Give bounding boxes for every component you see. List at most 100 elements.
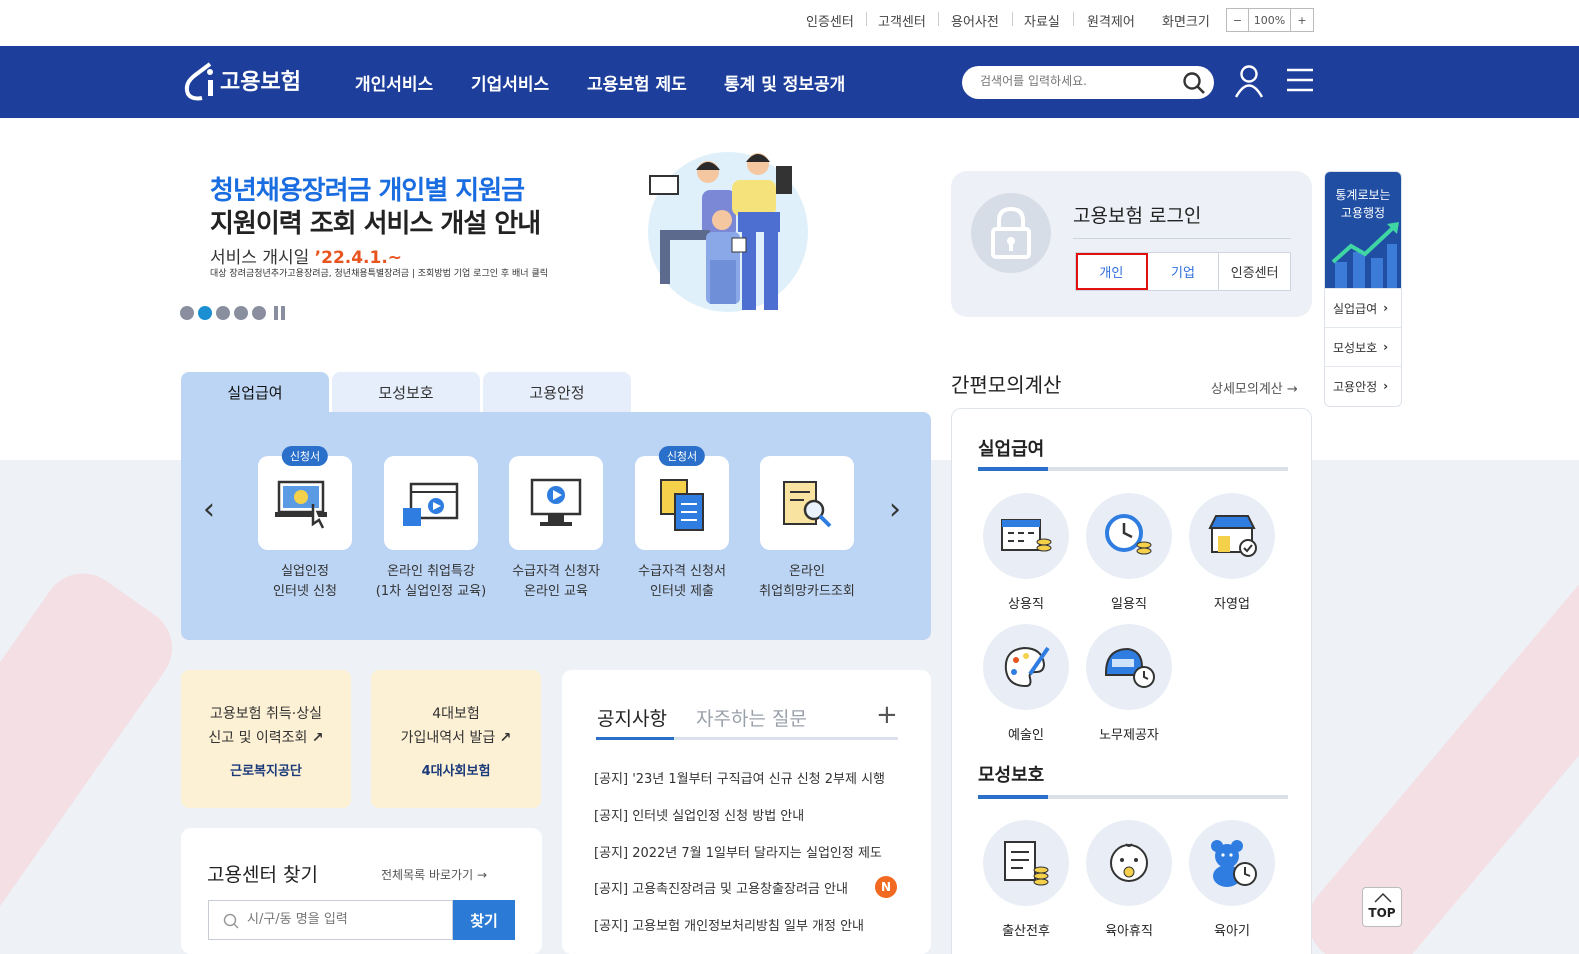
calc-section-unemployment: 실업급여 — [978, 439, 1045, 460]
calc-item-self-employed[interactable]: 자영업 — [1188, 493, 1276, 612]
service-item[interactable]: 신청서 실업인정 인터넷 신청 — [258, 446, 352, 602]
center-search-input[interactable] — [247, 912, 447, 927]
center-search-button[interactable]: 찾기 — [453, 900, 515, 940]
zoom-level: 100% — [1249, 9, 1291, 31]
banner-note: 대상 장려금청년추가고용장려금, 청년채용특별장려금 | 조회방법 기업 로그인… — [210, 269, 549, 279]
banner-date-label: 서비스 개시일 — [210, 248, 315, 268]
center-list-link-text: 전체목록 바로가기 — [381, 868, 474, 882]
document-submit-icon — [660, 479, 704, 531]
notice-item[interactable]: [공지] 2022년 7월 1일부터 달라지는 실업인정 제도 — [594, 842, 894, 861]
next-arrow-icon[interactable]: › — [889, 492, 901, 527]
banner-title-2: 지원이력 조회 서비스 개설 안내 — [210, 209, 541, 239]
center-list-link[interactable]: 전체목록 바로가기 → — [381, 866, 487, 883]
calc-title: 간편모의계산 — [951, 373, 1062, 397]
banner-title-1: 청년채용장려금 개인별 지원금 — [210, 176, 525, 206]
util-cert-center[interactable]: 인증센터 — [806, 11, 854, 30]
login-personal-button[interactable]: 개인 — [1076, 253, 1148, 290]
util-glossary[interactable]: 용어사전 — [951, 11, 999, 30]
calc-item-parental-leave[interactable]: 육아휴직 — [1085, 820, 1173, 939]
pagination-dot-active[interactable] — [198, 306, 212, 320]
card-insurance-certificate[interactable]: 4대보험 가입내역서 발급 ↗ 4대사회보험 — [371, 670, 541, 808]
nav-statistics[interactable]: 통계 및 정보공개 — [724, 70, 845, 95]
calc-item-label: 자영업 — [1214, 597, 1250, 612]
calc-item-labor-provider[interactable]: 노무제공자 — [1085, 624, 1173, 743]
nav-personal-service[interactable]: 개인서비스 — [355, 70, 433, 95]
card-insurance-report[interactable]: 고용보험 취득·상실 신고 및 이력조회 ↗ 근로복지공단 — [181, 670, 351, 808]
service-item[interactable]: 온라인 취업희망카드조회 — [759, 456, 855, 602]
side-stats-banner[interactable]: 통계로보는 고용행정 — [1325, 172, 1401, 288]
calc-item-daily[interactable]: 일용직 — [1085, 493, 1173, 612]
online-apply-icon — [275, 480, 327, 529]
side-item-maternity[interactable]: 모성보호 — [1325, 327, 1401, 366]
service-item[interactable]: 신청서 수급자격 신청서인터넷 제출 — [635, 446, 729, 602]
prev-arrow-icon[interactable]: ‹ — [203, 492, 215, 527]
pagination-dot[interactable] — [216, 306, 230, 320]
divider — [1012, 12, 1013, 26]
search-input[interactable] — [980, 74, 1170, 88]
util-customer-center[interactable]: 고객센터 — [878, 11, 926, 30]
logo-icon — [184, 62, 213, 101]
pagination-dot[interactable] — [234, 306, 248, 320]
application-badge: 신청서 — [658, 446, 706, 466]
main-nav: 고용보험 개인서비스 기업서비스 고용보험 제도 통계 및 정보공개 — [0, 46, 1579, 118]
side-stats-label: 통계로보는 고용행정 — [1335, 188, 1391, 220]
service-item[interactable]: 온라인 취업특강 (1차 실업인정 교육) — [376, 456, 486, 602]
search-box — [962, 66, 1214, 99]
side-item-unemployment[interactable]: 실업급여 — [1325, 288, 1401, 327]
back-to-top-button[interactable]: TOP — [1362, 887, 1402, 927]
service-label: 온라인 취업특강 — [387, 564, 475, 579]
center-search-box — [208, 900, 453, 940]
service-label: 수급자격 신청서 — [638, 564, 726, 579]
more-plus-icon[interactable]: + — [876, 700, 898, 730]
divider — [596, 737, 898, 740]
side-item-employment-stability[interactable]: 고용안정 — [1325, 366, 1401, 405]
calc-item-label: 일용직 — [1111, 597, 1147, 612]
login-business-button[interactable]: 기업 — [1148, 253, 1220, 290]
calc-item-regular[interactable]: 상용직 — [982, 493, 1070, 612]
tab-faq[interactable]: 자주하는 질문 — [696, 704, 807, 731]
service-item[interactable]: 수급자격 신청자 온라인 교육 — [509, 456, 603, 602]
service-label: 인터넷 제출 — [650, 584, 714, 599]
util-remote-control[interactable]: 원격제어 — [1087, 11, 1135, 30]
user-icon[interactable] — [1233, 64, 1265, 98]
site-logo[interactable]: 고용보험 — [180, 58, 301, 102]
login-box: 고용보험 로그인 개인 기업 인증센터 — [951, 171, 1312, 317]
service-label: 취업희망카드조회 — [759, 584, 855, 599]
nav-business-service[interactable]: 기업서비스 — [471, 70, 549, 95]
calc-section-maternity: 모성보호 — [978, 765, 1045, 786]
chevron-up-icon — [1374, 892, 1392, 903]
notice-item[interactable]: [공지] 인터넷 실업인정 신청 방법 안내 — [594, 805, 894, 824]
notice-item[interactable]: [공지] 고용촉진장려금 및 고용창출장려금 안내 — [594, 878, 864, 897]
pause-icon[interactable] — [274, 306, 288, 320]
banner-date: 서비스 개시일 ’22.4.1.~ — [210, 243, 402, 268]
util-archive[interactable]: 자료실 — [1024, 11, 1060, 30]
calc-detail-link[interactable]: 상세모의계산 → — [1211, 378, 1298, 397]
notice-item[interactable]: [공지] 고용보험 개인정보처리방침 일부 개정 안내 — [594, 915, 894, 934]
menu-icon[interactable] — [1287, 68, 1313, 92]
pagination-dot[interactable] — [252, 306, 266, 320]
search-icon[interactable] — [1182, 71, 1206, 95]
tab-employment-stability[interactable]: 고용안정 — [483, 372, 631, 412]
pagination-dot[interactable] — [180, 306, 194, 320]
tab-unemployment[interactable]: 실업급여 — [181, 372, 329, 412]
calc-panel: 실업급여 상용직 일용직 자영업 예술인 노무제공자 모성보호 출산전후 육아휴… — [951, 408, 1312, 954]
new-badge: N — [875, 876, 897, 898]
tab-maternity[interactable]: 모성보호 — [332, 372, 480, 412]
zoom-in-button[interactable]: + — [1291, 9, 1313, 31]
service-label: 실업인정 — [281, 564, 329, 579]
calc-item-label: 상용직 — [1008, 597, 1044, 612]
tab-notice[interactable]: 공지사항 — [597, 704, 667, 731]
monitor-play-icon — [530, 478, 582, 526]
clock-coins-icon — [1105, 514, 1152, 555]
notice-item[interactable]: [공지] '23년 1월부터 구직급여 신규 신청 2부제 시행 — [594, 768, 894, 787]
utility-bar: 인증센터 고객센터 용어사전 자료실 원격제어 화면크기 − 100% + — [0, 0, 1579, 46]
divider — [866, 12, 867, 26]
zoom-out-button[interactable]: − — [1227, 9, 1249, 31]
calc-item-artist[interactable]: 예술인 — [982, 624, 1070, 743]
nav-insurance-system[interactable]: 고용보험 제도 — [587, 70, 687, 95]
arrow-right-icon: → — [476, 868, 488, 882]
login-cert-center-button[interactable]: 인증센터 — [1219, 253, 1290, 290]
calc-item-maternity-leave[interactable]: 출산전후 — [982, 820, 1070, 939]
calc-item-childcare-period[interactable]: 육아기 — [1188, 820, 1276, 939]
divider — [1073, 12, 1074, 26]
